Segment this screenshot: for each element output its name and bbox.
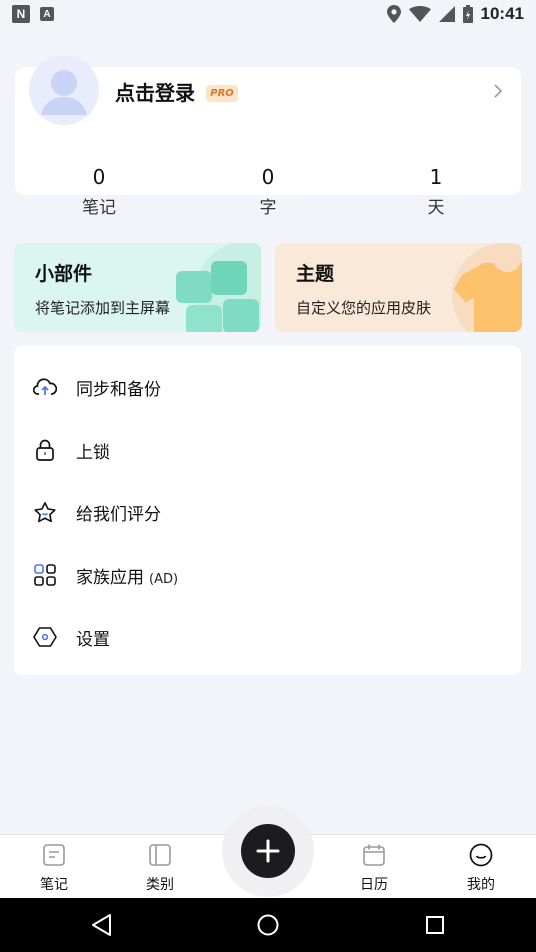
n-notification-icon: N (12, 5, 30, 23)
location-icon (386, 5, 401, 23)
menu-card: 同步和备份 上锁 给我们评分 家族应用 (AD) 设置 (14, 346, 521, 675)
nav-tab-label: 我的 (467, 877, 495, 893)
stat-notes-label: 笔记 (82, 198, 116, 218)
menu-item-family-apps[interactable]: 家族应用 (AD) (14, 550, 521, 600)
ad-tag: (AD) (149, 571, 179, 587)
nav-tab-label: 类别 (146, 877, 174, 893)
stat-words-value: 0 (261, 165, 275, 189)
stat-days-value: 1 (429, 165, 443, 189)
clock: 10:41 (480, 4, 524, 23)
nav-tab-label: 日历 (360, 877, 388, 893)
cloud-upload-icon (33, 375, 57, 399)
avatar[interactable] (29, 55, 99, 125)
menu-item-lock[interactable]: 上锁 (14, 425, 521, 475)
widget-illustration-icon (176, 243, 261, 332)
stat-notes-value: 0 (92, 165, 106, 189)
nav-tab-calendar[interactable]: 日历 (339, 843, 409, 894)
star-icon (33, 500, 57, 524)
stat-days: 1 天 (396, 165, 476, 218)
profile-card[interactable]: 点击登录 PRO 0 笔记 0 字 1 天 (15, 55, 521, 218)
home-icon[interactable] (253, 910, 283, 940)
login-label[interactable]: 点击登录 (115, 77, 195, 106)
menu-item-sync-backup[interactable]: 同步和备份 (14, 362, 521, 412)
menu-item-label: 上锁 (76, 442, 110, 463)
menu-item-settings[interactable]: 设置 (14, 612, 521, 662)
wifi-icon (408, 6, 431, 22)
signal-icon (438, 6, 455, 22)
menu-item-label: 家族应用 (AD) (76, 563, 178, 588)
calendar-icon (363, 844, 385, 866)
menu-item-label: 同步和备份 (76, 379, 161, 400)
stat-days-label: 天 (427, 198, 445, 218)
theme-shirt-illustration-icon (452, 243, 522, 332)
nav-tab-notes[interactable]: 笔记 (19, 843, 89, 894)
menu-item-label: 给我们评分 (76, 504, 161, 525)
widget-tile[interactable]: 小部件 将笔记添加到主屏幕 (14, 243, 261, 332)
add-note-button[interactable] (241, 824, 295, 878)
theme-tile-title: 主题 (296, 263, 335, 285)
battery-charging-icon (462, 5, 473, 23)
stat-words-label: 字 (259, 198, 277, 218)
theme-tile[interactable]: 主题 自定义您的应用皮肤 (275, 243, 522, 332)
category-icon (149, 844, 171, 866)
stat-notes: 0 笔记 (59, 165, 139, 218)
nav-tab-label: 笔记 (40, 877, 68, 893)
apps-grid-icon (33, 563, 57, 587)
status-bar: N A 10:41 (0, 0, 536, 30)
lock-icon (33, 438, 57, 462)
chevron-right-icon[interactable] (493, 83, 503, 99)
menu-item-label-text: 家族应用 (76, 567, 144, 588)
a-notification-icon: A (40, 7, 54, 21)
nav-tab-category[interactable]: 类别 (125, 843, 195, 894)
notes-icon (43, 844, 65, 866)
avatar-placeholder-icon (41, 70, 87, 115)
pro-badge: PRO (206, 85, 238, 102)
settings-hexagon-icon (33, 625, 57, 649)
back-icon[interactable] (88, 910, 118, 940)
menu-item-label: 设置 (76, 629, 110, 650)
plus-icon (256, 839, 280, 863)
widget-tile-subtitle: 将笔记添加到主屏幕 (35, 299, 171, 317)
stat-words: 0 字 (228, 165, 308, 218)
menu-item-rate-us[interactable]: 给我们评分 (14, 487, 521, 537)
system-navigation-bar (0, 898, 536, 952)
recents-icon[interactable] (420, 910, 450, 940)
smile-icon (469, 843, 493, 867)
theme-tile-subtitle: 自定义您的应用皮肤 (296, 299, 432, 317)
widget-tile-title: 小部件 (35, 263, 93, 285)
nav-tab-mine[interactable]: 我的 (446, 843, 516, 894)
